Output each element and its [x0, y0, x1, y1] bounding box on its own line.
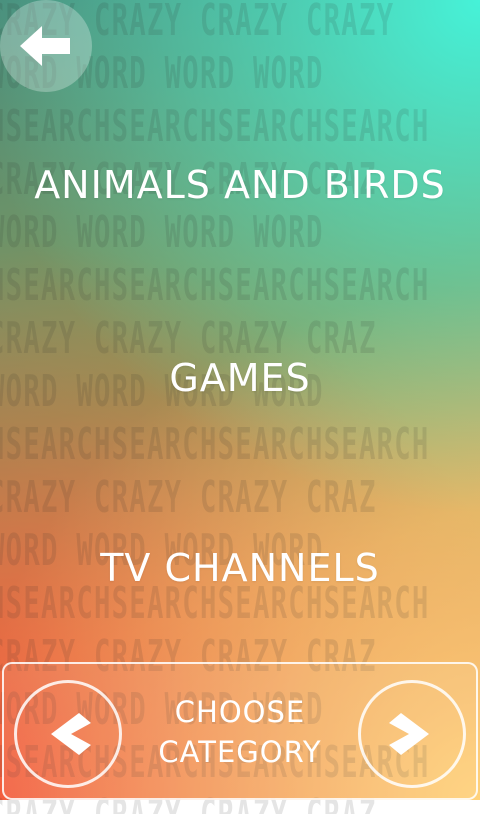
choose-label-line: CHOOSE	[174, 695, 306, 729]
next-category-button[interactable]	[358, 680, 466, 788]
category-tv-channels[interactable]: TV CHANNELS	[0, 546, 480, 590]
category-games[interactable]: GAMES	[0, 356, 480, 400]
chevron-right-icon	[389, 713, 429, 755]
previous-category-button[interactable]	[14, 680, 122, 788]
chevron-left-icon	[51, 713, 91, 755]
back-button[interactable]	[0, 0, 92, 92]
category-label-line: CATEGORY	[158, 735, 322, 769]
arrow-left-icon	[20, 26, 70, 66]
choose-category-label: CHOOSE CATEGORY	[130, 692, 350, 772]
category-animals-and-birds[interactable]: ANIMALS AND BIRDS	[0, 163, 480, 207]
